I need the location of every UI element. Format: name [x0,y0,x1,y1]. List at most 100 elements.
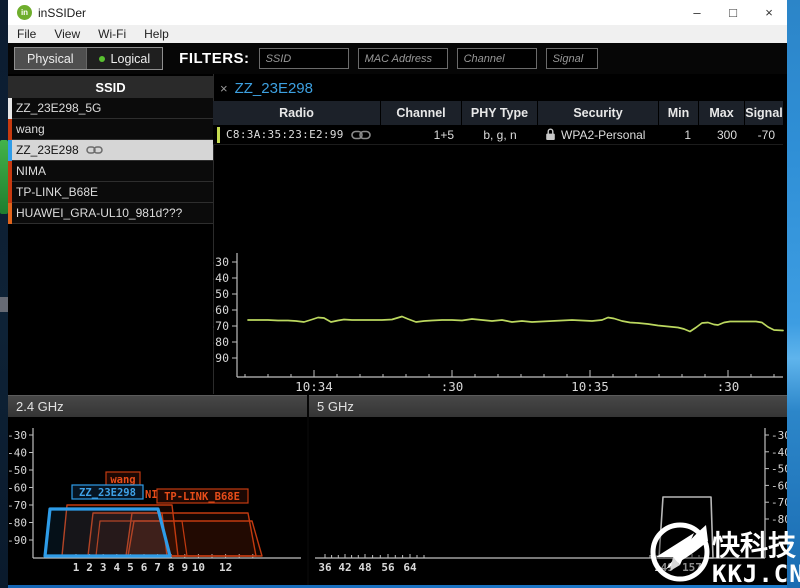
menu-wifi[interactable]: Wi-Fi [89,27,135,41]
menu-view[interactable]: View [45,27,89,41]
svg-text:48: 48 [358,561,371,574]
network-label: TP-LINK_B68E [16,185,99,199]
network-row-tp-link[interactable]: TP-LINK_B68E [8,181,213,203]
watermark-logo [650,522,710,582]
network-row-wang[interactable]: wang [8,118,213,140]
network-label: ZZ_23E298_5G [16,101,102,115]
svg-text:9: 9 [181,561,188,574]
svg-text:3: 3 [100,561,107,574]
physical-button[interactable]: Physical [15,48,86,69]
svg-text:-90: -90 [8,534,27,547]
svg-text:36: 36 [318,561,332,574]
col-security[interactable]: Security [538,101,659,125]
col-channel[interactable]: Channel [381,101,462,125]
cell-min: 1 [684,127,691,142]
network-label: ZZ_23E298 [16,143,79,157]
xtick-time: 10:35 [571,379,609,394]
ytick: -70 [213,319,229,333]
svg-text:56: 56 [381,561,395,574]
col-radio[interactable]: Radio [213,101,381,125]
cell-phy-type: b, g, n [483,127,517,142]
network-color-bar [8,160,12,182]
desktop-edge-right [787,0,800,588]
radio-table-row[interactable]: C8:3A:35:23:E2:99 1+5 b, g, n WPA2-Perso… [213,125,783,145]
network-row-nima[interactable]: NIMA [8,160,213,182]
network-color-bar [8,118,12,140]
maximize-button[interactable]: □ [715,0,751,25]
signal-line-zz-23e298 [247,315,784,333]
filter-bar: Physical Logical FILTERS: [8,43,787,74]
network-row-huawei[interactable]: HUAWEI_GRA-UL10_981d??? [8,202,213,224]
curve-zz-23e298 [43,507,172,558]
app-icon: in [17,5,32,20]
svg-text:-40: -40 [8,447,27,460]
svg-text:2: 2 [86,561,93,574]
menu-help[interactable]: Help [135,27,178,41]
filters-label: FILTERS: [179,50,250,67]
svg-text:-70: -70 [8,499,27,512]
network-color-bar [8,97,12,119]
menu-bar: File View Wi-Fi Help [8,25,787,43]
watermark-text-cn: 快科技 [712,529,796,562]
label-zz-23e298: ZZ_23E298 [79,487,136,499]
signal-filter-input[interactable] [545,48,598,69]
network-row-zz-23e298[interactable]: ZZ_23E298 [8,139,213,161]
cell-channel: 1+5 [433,127,454,142]
kkj-watermark: 快科技 KKJ.CN [650,522,800,588]
svg-text:4: 4 [113,561,120,574]
lock-icon [546,128,555,140]
desktop-edge-left [0,0,8,588]
svg-text:5: 5 [127,561,134,574]
network-label: wang [16,122,45,136]
ssid-column-header[interactable]: SSID [8,76,213,98]
channel-filter-input[interactable] [456,48,537,69]
svg-text:-50: -50 [8,464,27,477]
ytick: -50 [213,287,229,301]
svg-text:-70: -70 [771,496,787,509]
radio-color-bar [217,126,220,143]
label-wang: wang [110,474,135,486]
col-max[interactable]: Max [699,101,745,125]
minimize-button[interactable]: – [679,0,715,25]
svg-text:-60: -60 [8,482,27,495]
network-color-bar [8,181,12,203]
col-min[interactable]: Min [659,101,699,125]
ytick: -30 [213,255,229,269]
svg-text:42: 42 [338,561,351,574]
svg-text:64: 64 [403,561,417,574]
network-row-zz-23e298-5g[interactable]: ZZ_23E298_5G [8,97,213,119]
svg-text:-50: -50 [771,463,787,476]
cell-security: WPA2-Personal [561,127,646,142]
title-bar: in inSSIDer – □ × [8,0,787,25]
label-tplink: TP-LINK_B68E [164,491,240,503]
svg-text:10: 10 [192,561,205,574]
svg-text:-80: -80 [8,517,27,530]
svg-text:7: 7 [154,561,161,574]
svg-text:1: 1 [73,561,80,574]
logical-button[interactable]: Logical [85,48,163,69]
physical-label: Physical [27,51,74,66]
svg-text:-30: -30 [771,429,787,442]
screen: in inSSIDer – □ × File View Wi-Fi Help P… [0,0,800,588]
desktop-icon-fragment [0,140,8,214]
ytick: -90 [213,351,229,365]
link-icon [85,146,103,154]
menu-file[interactable]: File [8,27,45,41]
ssid-filter-input[interactable] [258,48,349,69]
green-dot-icon [98,55,105,62]
cell-max: 300 [716,127,737,142]
panel-header-5ghz[interactable]: 5 GHz [309,395,787,417]
col-signal[interactable]: Signal [745,101,783,125]
col-phy-type[interactable]: PHY Type [462,101,538,125]
tab-close-icon[interactable]: × [220,81,228,96]
svg-text:-40: -40 [771,446,787,459]
panel-header-24ghz[interactable]: 2.4 GHz [8,395,307,417]
detail-tab[interactable]: × ZZ_23E298 [213,77,783,99]
xtick-time: :30 [717,379,740,394]
ytick: -40 [213,271,229,285]
network-label: NIMA [16,164,46,178]
logical-label: Logical [110,51,151,66]
mac-filter-input[interactable] [357,48,448,69]
close-button[interactable]: × [751,0,787,25]
network-color-bar [8,139,12,161]
